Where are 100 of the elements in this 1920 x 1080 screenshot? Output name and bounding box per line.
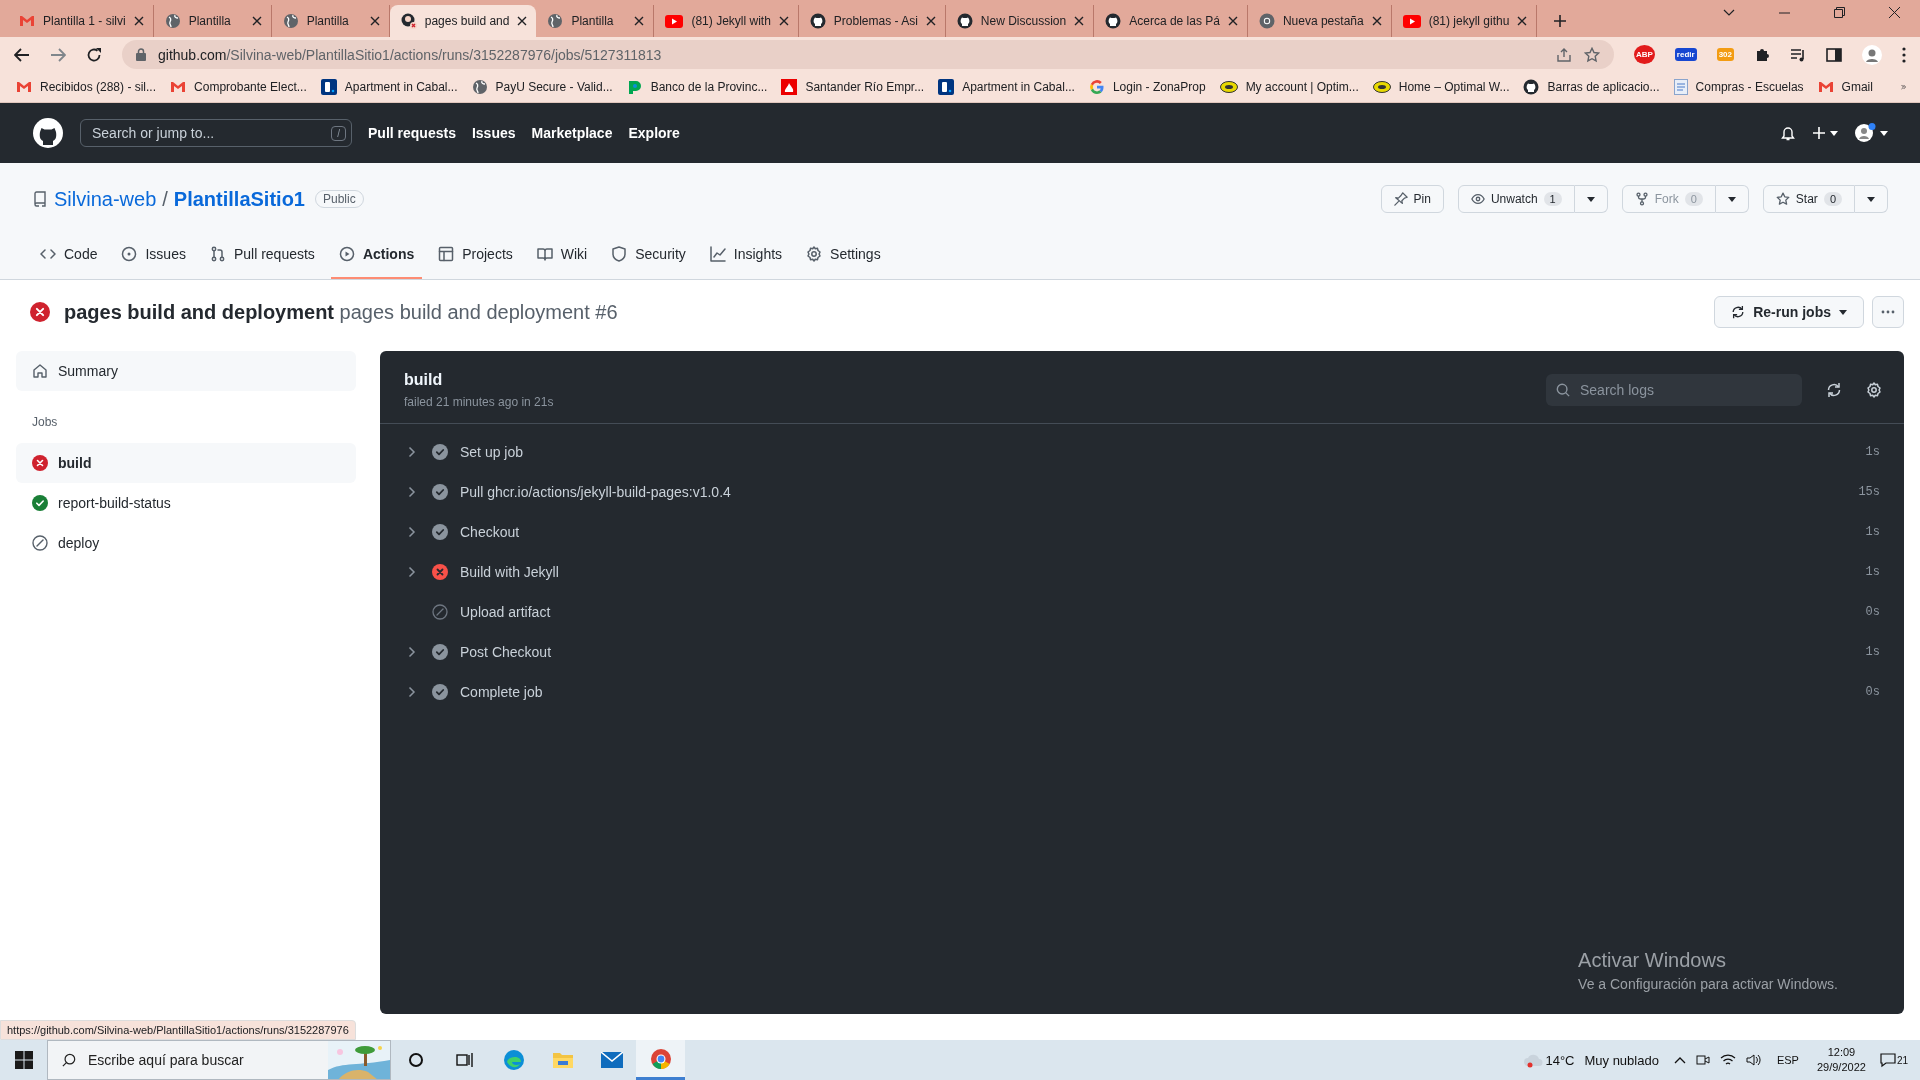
bookmark[interactable]: Santander Río Empr... bbox=[781, 79, 925, 95]
notification-button[interactable]: 21 bbox=[1879, 1052, 1908, 1068]
bookmark[interactable]: Gmail bbox=[1817, 79, 1873, 95]
chevron-up-icon[interactable] bbox=[1673, 1056, 1686, 1064]
close-icon[interactable] bbox=[1227, 16, 1238, 26]
mail-icon[interactable] bbox=[600, 1052, 623, 1068]
repo-tab[interactable]: Projects bbox=[430, 231, 521, 279]
more-icon[interactable] bbox=[1902, 46, 1906, 63]
close-icon[interactable] bbox=[925, 16, 936, 26]
repo-tab[interactable]: Actions bbox=[330, 231, 423, 279]
log-step[interactable]: Post Checkout 1s bbox=[404, 632, 1880, 672]
bookmark[interactable]: PayU Secure - Valid... bbox=[471, 79, 613, 95]
back-icon[interactable] bbox=[14, 46, 30, 63]
chrome-icon[interactable] bbox=[649, 1047, 672, 1070]
bookmark[interactable]: Barras de aplicacio... bbox=[1523, 79, 1660, 95]
log-step[interactable]: Pull ghcr.io/actions/jekyll-build-pages:v1.0.4 15s bbox=[404, 472, 1880, 512]
close-icon[interactable] bbox=[133, 16, 144, 26]
bookmark[interactable]: Compras - Escuelas bbox=[1673, 79, 1804, 95]
star-icon[interactable] bbox=[1583, 46, 1600, 63]
dropdown-button[interactable] bbox=[1574, 185, 1608, 213]
log-step[interactable]: Checkout 1s bbox=[404, 512, 1880, 552]
restore-icon[interactable] bbox=[1834, 7, 1845, 18]
summary-link[interactable]: Summary bbox=[16, 351, 356, 391]
wifi-icon[interactable] bbox=[1719, 1053, 1736, 1067]
media-icon[interactable] bbox=[1790, 46, 1806, 63]
repo-tab[interactable]: Pull requests bbox=[201, 231, 323, 279]
address-bar[interactable]: github.com/Silvina-web/PlantillaSitio1/actions/runs/3152287976/jobs/5127311813 bbox=[122, 40, 1614, 69]
close-icon[interactable] bbox=[1517, 16, 1528, 26]
watch-button[interactable]: Unwatch 1 bbox=[1457, 185, 1575, 213]
taskbar-button[interactable] bbox=[636, 1040, 685, 1080]
edge-icon[interactable] bbox=[502, 1049, 525, 1071]
nav-link[interactable]: Marketplace bbox=[531, 125, 613, 141]
repo-tab[interactable]: Settings bbox=[798, 231, 889, 279]
bookmark[interactable]: Apartment in Cabal... bbox=[320, 79, 458, 95]
adblock-extension[interactable]: ABP bbox=[1633, 45, 1655, 64]
log-step[interactable]: Complete job 0s bbox=[404, 672, 1880, 712]
share-icon[interactable] bbox=[1555, 46, 1572, 63]
repo-tab[interactable]: Insights bbox=[701, 231, 791, 279]
bookmark[interactable]: Home – Optimal W... bbox=[1372, 80, 1510, 94]
close-icon[interactable] bbox=[634, 16, 645, 26]
new-tab-icon[interactable] bbox=[1553, 14, 1568, 28]
owner-link[interactable]: Silvina-web bbox=[54, 187, 157, 211]
bookmark[interactable]: Login - ZonaProp bbox=[1088, 79, 1206, 95]
bookmark[interactable]: Comprobante Elect... bbox=[170, 79, 307, 95]
log-step[interactable]: Build with Jekyll 1s bbox=[404, 552, 1880, 592]
job-item[interactable]: build bbox=[16, 443, 356, 483]
bookmark[interactable]: Banco de la Provinc... bbox=[626, 79, 768, 95]
bookmark[interactable]: Recibidos (288) - sil... bbox=[16, 79, 157, 95]
browser-tab[interactable]: pages build and bbox=[389, 5, 537, 37]
puzzle-icon[interactable] bbox=[1754, 46, 1770, 63]
repo-tab[interactable]: Wiki bbox=[528, 231, 596, 279]
repo-tab[interactable]: Issues bbox=[113, 231, 194, 279]
nav-link[interactable]: Issues bbox=[471, 125, 516, 141]
search-field[interactable]: Escribe aquí para buscar bbox=[47, 1040, 391, 1080]
repo-link[interactable]: PlantillaSitio1 bbox=[173, 187, 305, 211]
side-panel-icon[interactable] bbox=[1826, 46, 1842, 63]
bookmark[interactable]: Apartment in Cabal... bbox=[938, 79, 1075, 95]
reload-icon[interactable] bbox=[86, 46, 102, 63]
repo-tab[interactable]: Security bbox=[603, 231, 694, 279]
star-button[interactable]: Star 0 bbox=[1762, 185, 1855, 213]
create-menu[interactable] bbox=[1812, 126, 1838, 140]
job-item[interactable]: report-build-status bbox=[16, 483, 356, 523]
close-icon[interactable] bbox=[778, 16, 789, 26]
close-icon[interactable] bbox=[251, 16, 262, 26]
profile-menu[interactable] bbox=[1854, 123, 1888, 143]
github-logo-icon[interactable] bbox=[32, 117, 64, 149]
log-step[interactable]: Set up job 1s bbox=[404, 432, 1880, 472]
job-item[interactable]: deploy bbox=[16, 523, 356, 563]
nav-link[interactable]: Pull requests bbox=[368, 125, 456, 141]
minimize-icon[interactable] bbox=[1779, 11, 1790, 14]
refresh-icon[interactable] bbox=[1826, 382, 1842, 398]
start-icon[interactable] bbox=[15, 1051, 33, 1069]
close-icon[interactable] bbox=[369, 16, 380, 26]
nav-link[interactable]: Explore bbox=[628, 125, 680, 141]
redirect-extension[interactable]: redir bbox=[1674, 48, 1697, 61]
forward-icon[interactable] bbox=[50, 46, 66, 63]
search-field[interactable]: Search logs bbox=[1546, 374, 1802, 406]
language-indicator[interactable]: ESP bbox=[1776, 1054, 1799, 1066]
search-field[interactable]: Search or jump to... / bbox=[80, 119, 352, 147]
close-icon[interactable] bbox=[1074, 16, 1085, 26]
clock-time[interactable]: 12:09 bbox=[1827, 1045, 1856, 1060]
close-icon[interactable] bbox=[517, 16, 528, 26]
settings-icon[interactable] bbox=[1866, 382, 1882, 398]
chevron-down-icon[interactable] bbox=[1723, 8, 1735, 17]
volume-icon[interactable] bbox=[1745, 1053, 1762, 1067]
clock-date[interactable]: 29/9/2022 bbox=[1816, 1060, 1866, 1075]
rerun-button[interactable]: Re-run jobs bbox=[1714, 296, 1864, 328]
repo-tab[interactable]: Code bbox=[32, 231, 106, 279]
close-icon[interactable] bbox=[1889, 7, 1900, 18]
meet-icon[interactable] bbox=[1695, 1053, 1710, 1067]
avatar-icon[interactable] bbox=[1862, 44, 1882, 65]
close-icon[interactable] bbox=[1371, 16, 1382, 26]
folder-icon[interactable] bbox=[551, 1051, 574, 1069]
pin-button[interactable]: Pin bbox=[1380, 185, 1444, 213]
log-step[interactable]: Upload artifact 0s bbox=[404, 592, 1880, 632]
bell-icon[interactable] bbox=[1780, 125, 1796, 141]
dropdown-button[interactable] bbox=[1855, 185, 1888, 213]
ring-icon[interactable] bbox=[407, 1052, 424, 1068]
task-view-icon[interactable] bbox=[455, 1052, 474, 1068]
bookmark[interactable]: My account | Optim... bbox=[1219, 80, 1359, 94]
